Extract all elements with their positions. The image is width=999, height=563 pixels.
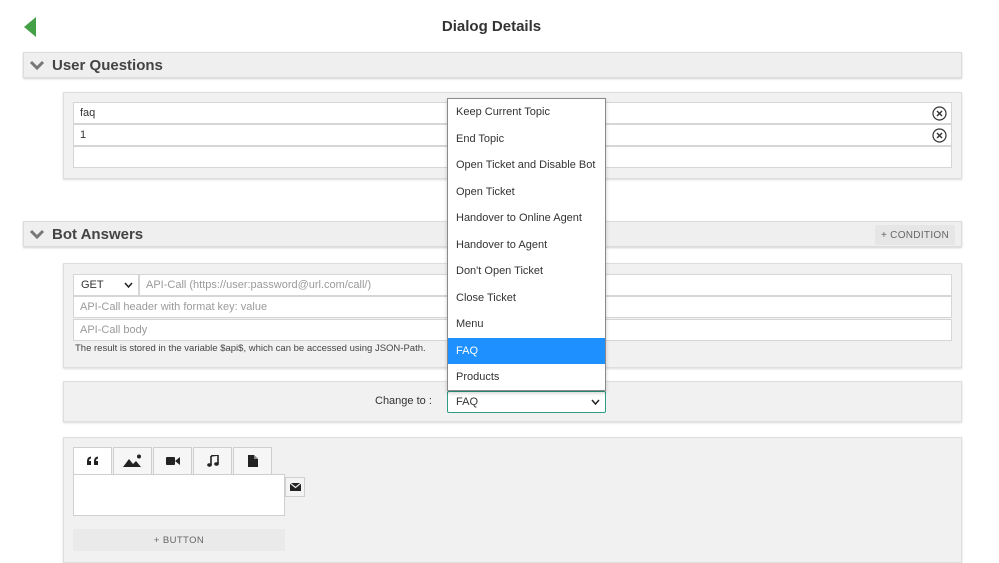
chevron-down-icon bbox=[124, 282, 133, 288]
change-to-value: FAQ bbox=[456, 396, 479, 408]
section-title: User Questions bbox=[52, 56, 163, 74]
change-to-select[interactable]: FAQ bbox=[447, 391, 606, 413]
chevron-down-icon bbox=[29, 229, 45, 239]
change-to-dropdown: Keep Current Topic End Topic Open Ticket… bbox=[447, 98, 606, 391]
add-button-button[interactable]: + BUTTON bbox=[73, 529, 285, 551]
api-result-note: The result is stored in the variable $ap… bbox=[75, 343, 426, 354]
dialog-details-page: Dialog Details User Questions faq 1 Bot … bbox=[0, 0, 999, 563]
chevron-down-icon bbox=[29, 60, 45, 70]
chevron-down-icon bbox=[591, 399, 600, 405]
dropdown-option[interactable]: Close Ticket bbox=[448, 285, 605, 312]
page-title: Dialog Details bbox=[441, 18, 542, 35]
question-text: faq bbox=[80, 107, 96, 119]
api-header-placeholder: API-Call header with format key: value bbox=[80, 301, 268, 313]
dropdown-option[interactable]: Don't Open Ticket bbox=[448, 258, 605, 285]
video-icon[interactable] bbox=[153, 447, 192, 474]
clear-icon[interactable] bbox=[932, 106, 947, 121]
add-condition-button[interactable]: + CONDITION bbox=[874, 225, 955, 245]
quote-icon[interactable] bbox=[73, 447, 112, 474]
api-url-placeholder: API-Call (https://user:password@url.com/… bbox=[146, 279, 372, 291]
dropdown-option[interactable]: End Topic bbox=[448, 126, 605, 153]
http-method-select[interactable]: GET bbox=[73, 274, 139, 296]
dropdown-option[interactable]: Handover to Online Agent bbox=[448, 205, 605, 232]
api-body-placeholder: API-Call body bbox=[80, 324, 148, 336]
envelope-icon[interactable] bbox=[285, 477, 305, 497]
user-questions-header[interactable]: User Questions bbox=[23, 52, 962, 78]
dropdown-option[interactable]: Open Ticket bbox=[448, 179, 605, 206]
section-title: Bot Answers bbox=[52, 225, 144, 243]
music-icon[interactable] bbox=[193, 447, 232, 474]
message-textarea[interactable] bbox=[73, 474, 285, 516]
question-text: 1 bbox=[80, 129, 87, 141]
message-type-tabs bbox=[73, 447, 273, 474]
http-method-value: GET bbox=[81, 279, 104, 291]
clear-icon[interactable] bbox=[932, 128, 947, 143]
image-icon[interactable] bbox=[113, 447, 152, 474]
file-icon[interactable] bbox=[233, 447, 272, 474]
dropdown-option[interactable]: Handover to Agent bbox=[448, 232, 605, 259]
dropdown-option[interactable]: Menu bbox=[448, 311, 605, 338]
dropdown-option[interactable]: Open Ticket and Disable Bot bbox=[448, 152, 605, 179]
dropdown-option[interactable]: Products bbox=[448, 364, 605, 391]
dropdown-option[interactable]: Keep Current Topic bbox=[448, 99, 605, 126]
dropdown-option-selected[interactable]: FAQ bbox=[448, 337, 605, 364]
change-to-label: Change to : bbox=[375, 395, 432, 407]
